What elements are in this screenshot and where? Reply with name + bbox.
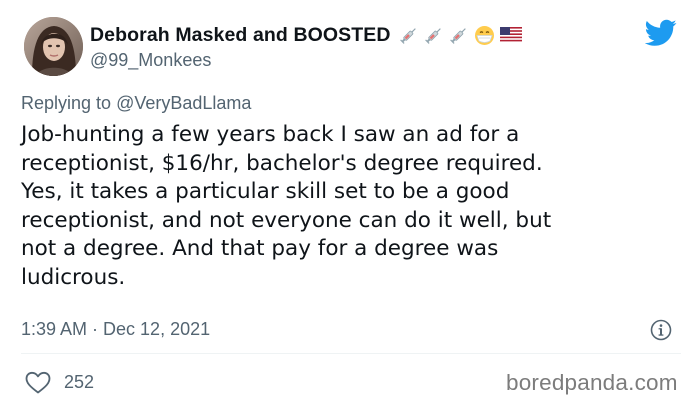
heart-icon[interactable] bbox=[25, 371, 51, 395]
twitter-bird-icon[interactable] bbox=[645, 19, 677, 47]
name-emojis bbox=[399, 25, 522, 46]
like-count: 252 bbox=[64, 372, 95, 392]
replying-to-prefix: Replying to bbox=[21, 93, 112, 113]
info-icon[interactable] bbox=[650, 319, 672, 341]
us-flag-icon bbox=[499, 27, 522, 43]
author-handle[interactable]: @99_Monkees bbox=[90, 50, 211, 71]
watermark: boredpanda.com bbox=[506, 370, 678, 395]
tweet-timestamp[interactable]: 1:39 AM · Dec 12, 2021 bbox=[21, 319, 210, 340]
avatar-photo bbox=[24, 17, 83, 76]
author-display-name[interactable]: Deborah Masked and BOOSTED bbox=[90, 24, 391, 47]
divider bbox=[21, 353, 681, 354]
mask-face-icon bbox=[474, 25, 494, 45]
replying-to-handle[interactable]: @VeryBadLlama bbox=[116, 93, 251, 113]
avatar[interactable] bbox=[24, 17, 83, 76]
syringe-icon bbox=[449, 28, 466, 44]
replying-to: Replying to @VeryBadLlama bbox=[21, 93, 251, 114]
syringe-icon bbox=[399, 28, 416, 44]
tweet-text: Job-hunting a few years back I saw an ad… bbox=[21, 122, 552, 290]
author-name-row[interactable]: Deborah Masked and BOOSTED bbox=[90, 22, 522, 48]
syringe-icon bbox=[424, 28, 441, 44]
